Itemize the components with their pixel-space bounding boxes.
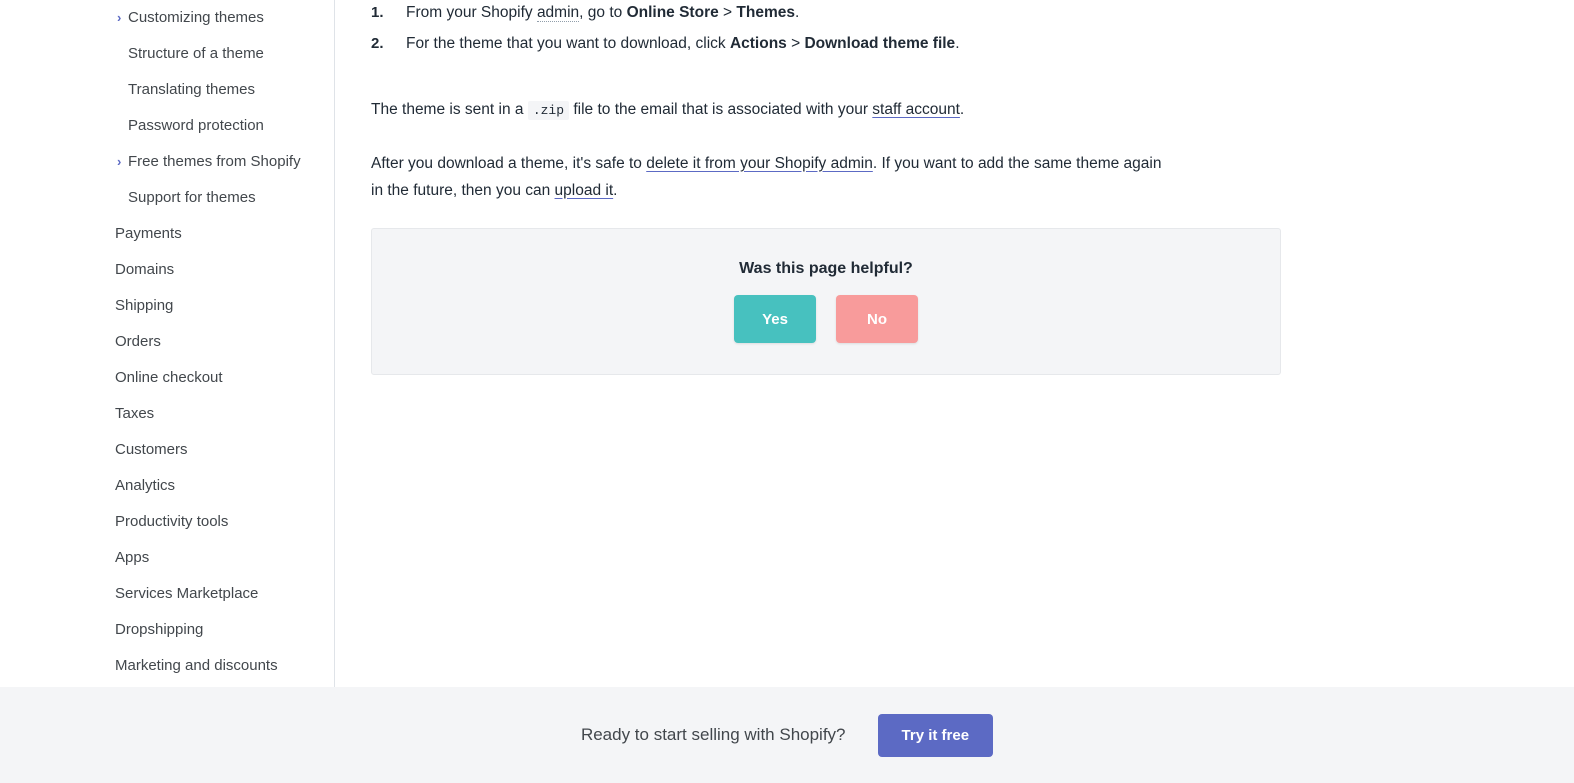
inline-code-zip: .zip (527, 100, 570, 120)
sidebar-item-label: Domains (115, 261, 175, 278)
sidebar-item-online-checkout[interactable]: Online checkout (0, 360, 334, 396)
sidebar-item-support-for-themes[interactable]: Support for themes (0, 180, 334, 216)
step-text: . (794, 4, 800, 21)
instruction-step: 1. From your Shopify admin, go to Online … (371, 0, 1271, 28)
paragraph-text: After you download a theme, it's safe to (371, 154, 647, 172)
sidebar-item-shipping[interactable]: Shipping (0, 288, 334, 324)
sidebar-item-label: Productivity tools (115, 513, 229, 530)
step-text: From your Shopify (406, 4, 537, 21)
sidebar-item-label: Services Marketplace (115, 585, 259, 602)
sidebar-item-label: Payments (115, 225, 182, 242)
sidebar-item-taxes[interactable]: Taxes (0, 396, 334, 432)
step-text: > (718, 4, 737, 21)
step-text: > (786, 35, 805, 52)
step-text: For the theme that you want to download,… (406, 35, 730, 52)
sidebar-item-label: Apps (115, 549, 150, 566)
sidebar-item-label: Structure of a theme (128, 45, 264, 62)
sidebar-item-productivity-tools[interactable]: Productivity tools (0, 504, 334, 540)
sidebar-item-label: Support for themes (128, 189, 256, 206)
step-emphasis: Actions (729, 35, 787, 52)
sidebar-item-label: Shipping (115, 297, 174, 314)
step-text: , go to (579, 4, 627, 21)
instruction-steps: 1. From your Shopify admin, go to Online … (371, 0, 1271, 59)
sidebar-item-label: Customizing themes (128, 9, 264, 26)
paragraph-text: file to the email that is associated wit… (569, 100, 873, 118)
sidebar-item-translating-themes[interactable]: Translating themes (0, 72, 334, 108)
instruction-step: 2. For the theme that you want to downloa… (371, 28, 1271, 59)
feedback-no-button[interactable]: No (836, 295, 918, 343)
sidebar-item-label: Marketing and discounts (115, 657, 278, 674)
sidebar-item-customizing-themes[interactable]: › Customizing themes (0, 0, 334, 36)
sidebar-item-marketing-and-discounts[interactable]: Marketing and discounts (0, 648, 334, 684)
footer-tagline: Ready to start selling with Shopify? (580, 725, 846, 744)
sidebar-item-password-protection[interactable]: Password protection (0, 108, 334, 144)
sidebar-item-payments[interactable]: Payments (0, 216, 334, 252)
step-text: . (955, 35, 960, 52)
feedback-card: Was this page helpful? Yes No (371, 228, 1281, 375)
step-number: 2. (371, 35, 384, 52)
paragraph-text: . (959, 100, 965, 118)
sidebar-item-label: Free themes from Shopify (128, 153, 301, 170)
sidebar-item-label: Dropshipping (115, 621, 204, 638)
staff-account-link[interactable]: staff account (872, 101, 960, 118)
step-number: 1. (371, 4, 384, 21)
sidebar-item-analytics[interactable]: Analytics (0, 468, 334, 504)
sidebar-item-label: Customers (115, 441, 188, 458)
upload-theme-link[interactable]: upload it (555, 182, 614, 199)
sidebar-item-services-marketplace[interactable]: Services Marketplace (0, 576, 334, 612)
feedback-button-group: Yes No (372, 295, 1280, 343)
chevron-right-icon[interactable]: › (117, 144, 127, 180)
sidebar-item-dropshipping[interactable]: Dropshipping (0, 612, 334, 648)
sidebar-item-label: Orders (115, 333, 161, 350)
step-emphasis: Themes (736, 4, 795, 21)
admin-glossary-link[interactable]: admin (536, 4, 580, 22)
paragraph-text: The theme is sent in a (371, 100, 528, 118)
main-content: 1. From your Shopify admin, go to Online … (336, 0, 1574, 687)
step-emphasis: Download theme file (804, 35, 956, 52)
sidebar-item-label: Analytics (115, 477, 176, 494)
sidebar-item-free-themes-from-shopify[interactable]: › Free themes from Shopify (0, 144, 334, 180)
sidebar-navigation: › Customizing themes Structure of a theme T… (0, 0, 335, 687)
help-center-page: › Customizing themes Structure of a theme T… (0, 0, 1574, 783)
sidebar-item-orders[interactable]: Orders (0, 324, 334, 360)
paragraph-text: . (613, 181, 618, 199)
sidebar-nav-list: › Customizing themes Structure of a theme T… (0, 0, 334, 684)
sidebar-item-customers[interactable]: Customers (0, 432, 334, 468)
sidebar-item-label: Taxes (115, 405, 155, 422)
sidebar-item-label: Translating themes (128, 81, 256, 98)
sidebar-item-label: Online checkout (115, 369, 223, 386)
step-emphasis: Online Store (626, 4, 719, 21)
sidebar-item-apps[interactable]: Apps (0, 540, 334, 576)
sidebar-item-structure-of-a-theme[interactable]: Structure of a theme (0, 36, 334, 72)
try-it-free-button[interactable]: Try it free (877, 713, 994, 757)
sidebar-item-domains[interactable]: Domains (0, 252, 334, 288)
sidebar-item-label: Password protection (128, 117, 264, 134)
footer-cta-bar: Ready to start selling with Shopify? Try… (0, 687, 1574, 783)
feedback-question: Was this page helpful? (739, 260, 913, 277)
delete-theme-link[interactable]: delete it from your Shopify admin (646, 155, 873, 172)
paragraph-zip-delivery: The theme is sent in a .zip file to the … (371, 96, 1031, 124)
chevron-right-icon[interactable]: › (117, 0, 127, 36)
feedback-yes-button[interactable]: Yes (734, 295, 816, 343)
paragraph-delete-theme: After you download a theme, it's safe to… (371, 150, 1171, 204)
